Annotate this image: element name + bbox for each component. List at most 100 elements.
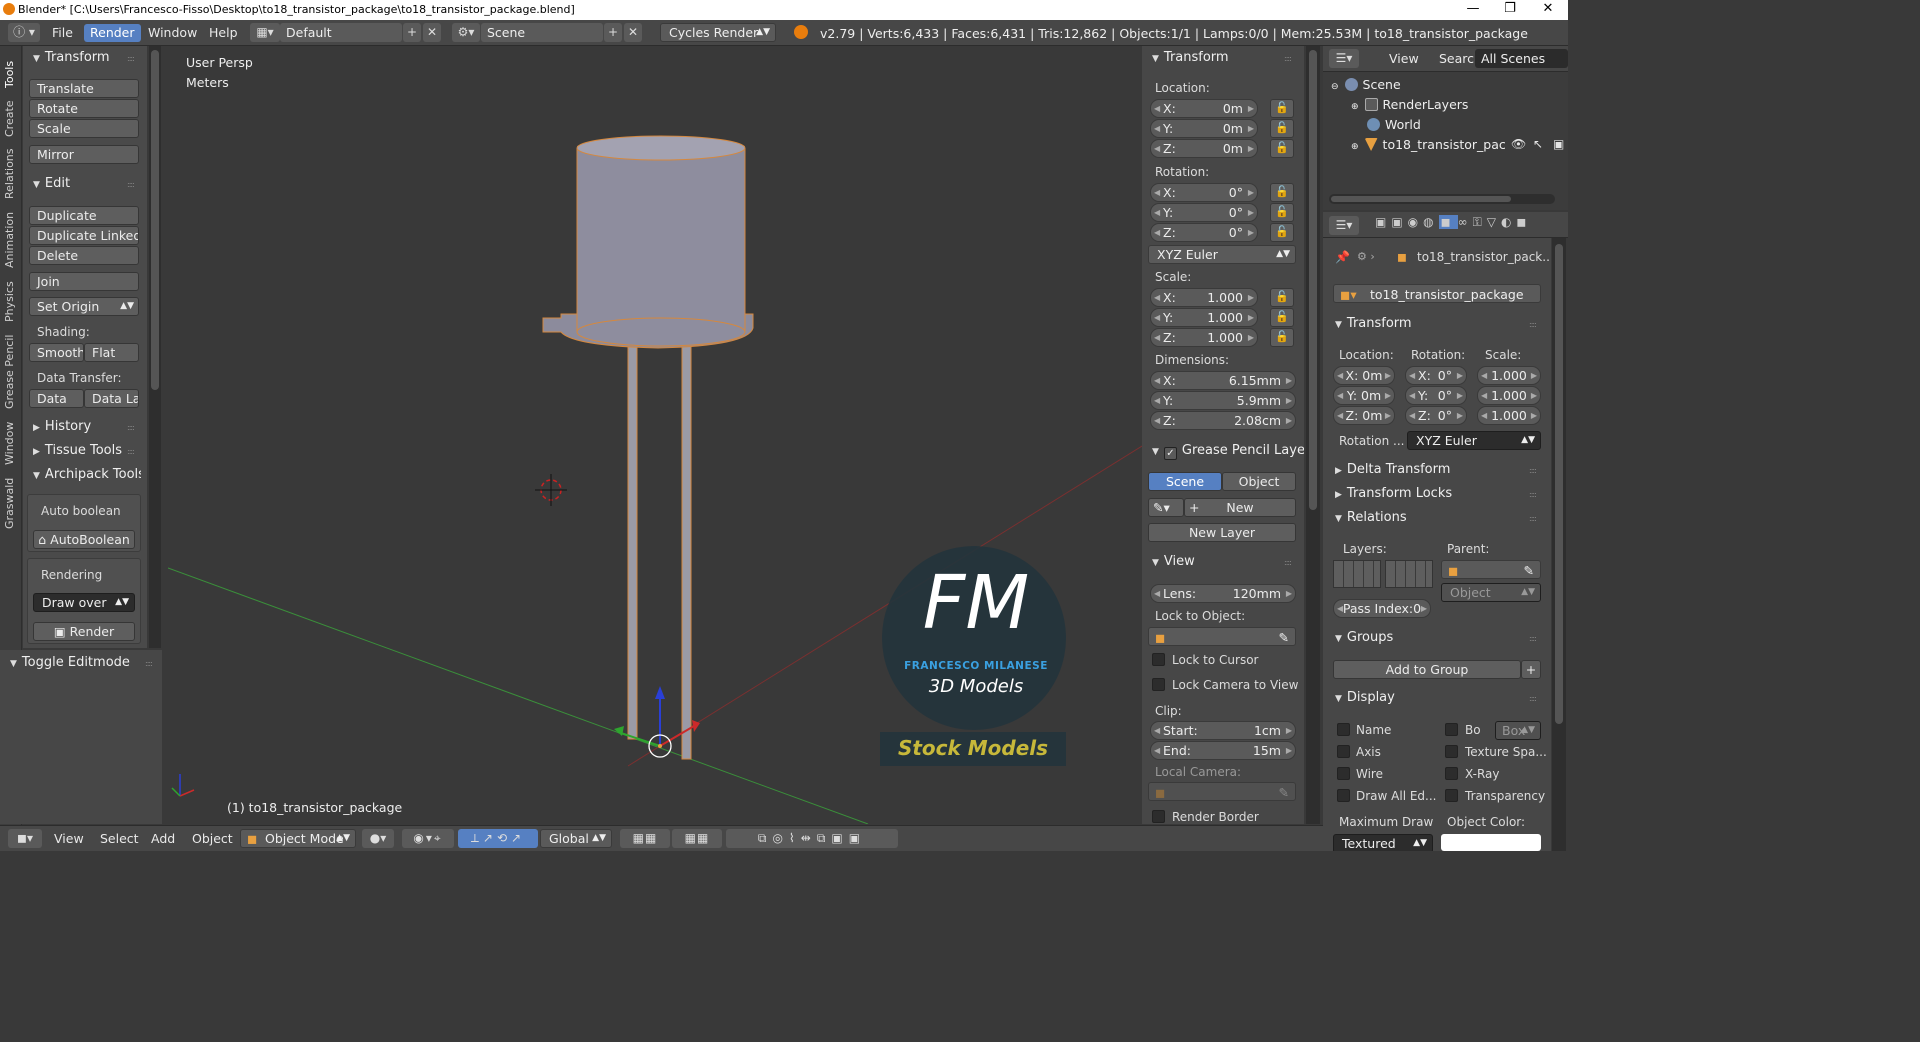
drag-grip-icon[interactable]: :::: bbox=[1284, 54, 1292, 63]
autoboolean-button[interactable]: ⌂ AutoBoolean bbox=[33, 530, 135, 549]
pin-icon[interactable]: 📌 bbox=[1335, 250, 1350, 264]
add-scene-icon[interactable]: + bbox=[604, 23, 622, 42]
join-button[interactable]: Join bbox=[29, 272, 139, 291]
obj-loc-x[interactable]: ◀ X: 0m ▶ bbox=[1333, 366, 1395, 385]
menu-help[interactable]: Help bbox=[203, 24, 244, 42]
snap-render-icons[interactable]: ⧉◎⌇⇹⧉▣▣ bbox=[726, 829, 898, 848]
display-header[interactable]: ▼ Display bbox=[1335, 688, 1395, 708]
lock-rotation-z-icon[interactable]: 🔓 bbox=[1270, 223, 1294, 242]
display-name-checkbox[interactable] bbox=[1337, 723, 1350, 736]
outliner-editor-icon[interactable]: ☰▾ bbox=[1329, 49, 1359, 68]
drag-grip-icon[interactable]: :::: bbox=[127, 180, 135, 189]
outliner-object-item[interactable]: ⊕ to18_transistor_package bbox=[1351, 137, 1506, 152]
history-panel-header[interactable]: ▶ History bbox=[33, 417, 91, 437]
relations-header[interactable]: ▼ Relations bbox=[1335, 508, 1407, 528]
scale-button[interactable]: Scale bbox=[29, 119, 139, 138]
obj-transform-header[interactable]: ▼ Transform bbox=[1335, 314, 1412, 334]
tab-physics[interactable]: Physics bbox=[3, 278, 19, 326]
n-transform-header[interactable]: ▼ Transform bbox=[1152, 48, 1229, 68]
drag-grip-icon[interactable]: :::: bbox=[1529, 320, 1537, 329]
layers-grid-b[interactable] bbox=[1385, 560, 1433, 588]
lock-location-y-icon[interactable]: 🔓 bbox=[1270, 119, 1294, 138]
delete-button[interactable]: Delete bbox=[29, 246, 139, 265]
render-engine-dropdown[interactable]: Cycles Render ▲▼ bbox=[660, 23, 776, 42]
mirror-button[interactable]: Mirror bbox=[29, 145, 139, 164]
lock-scale-y-icon[interactable]: 🔓 bbox=[1270, 308, 1294, 327]
clip-start-field[interactable]: ◀ Start: 1cm ▶ bbox=[1150, 721, 1296, 740]
groups-header[interactable]: ▼ Groups bbox=[1335, 628, 1393, 648]
grease-pencil-layer-header[interactable]: ▼ ✓ Grease Pencil Layer bbox=[1152, 441, 1304, 461]
bounds-type-dropdown[interactable]: Box ▲▼ bbox=[1495, 721, 1541, 740]
layers-a-icon[interactable]: ▦▦ bbox=[620, 829, 670, 848]
menu-window[interactable]: Window bbox=[142, 24, 203, 42]
layers-grid-a[interactable] bbox=[1333, 560, 1381, 588]
properties-scrollbar[interactable] bbox=[1552, 238, 1566, 851]
menu-render[interactable]: Render bbox=[84, 24, 141, 42]
object-name-field[interactable]: ◼▾ to18_transistor_package bbox=[1333, 284, 1541, 303]
drag-grip-icon[interactable]: :::: bbox=[1529, 490, 1537, 499]
visibility-eye-icon[interactable]: 👁 bbox=[1511, 137, 1526, 151]
remove-screen-icon[interactable]: ✕ bbox=[423, 23, 441, 42]
selectable-cursor-icon[interactable]: ↖ bbox=[1533, 137, 1543, 151]
outliner-display-mode[interactable]: All Scenes bbox=[1475, 49, 1568, 68]
n-panel-scrollbar[interactable] bbox=[1306, 46, 1320, 824]
draw-over-dropdown[interactable]: Draw over ▲▼ bbox=[33, 593, 135, 612]
lock-rotation-y-icon[interactable]: 🔓 bbox=[1270, 203, 1294, 222]
flat-button[interactable]: Flat bbox=[84, 343, 139, 362]
dimension-z-field[interactable]: ◀ Z: 2.08cm ▶ bbox=[1150, 411, 1296, 430]
drag-grip-icon[interactable]: :::: bbox=[1529, 694, 1537, 703]
obj-scale-y[interactable]: ◀ 1.000 ▶ bbox=[1477, 386, 1541, 405]
viewport-shading-icon[interactable]: ●▾ bbox=[362, 829, 394, 848]
scale-x-field[interactable]: ◀ X: 1.000 ▶ bbox=[1150, 288, 1258, 307]
scene-field[interactable]: Scene bbox=[481, 23, 603, 42]
duplicate-linked-button[interactable]: Duplicate Linked bbox=[29, 226, 139, 245]
gp-new-button[interactable]: + New bbox=[1184, 498, 1296, 517]
obj-loc-y[interactable]: ◀ Y: 0m ▶ bbox=[1333, 386, 1395, 405]
outliner-scene-item[interactable]: ⊖ Scene bbox=[1331, 77, 1401, 92]
delta-transform-header[interactable]: ▶ Delta Transform bbox=[1335, 460, 1450, 480]
screen-layout-field[interactable]: Default bbox=[280, 23, 402, 42]
tab-relations[interactable]: Relations bbox=[3, 146, 19, 202]
manipulator-icons[interactable]: ⟂↗⟲↗ bbox=[458, 829, 538, 848]
pivot-snap-icons[interactable]: ◉▾⌖ bbox=[402, 829, 454, 848]
outliner-renderlayers-item[interactable]: ⊕ RenderLayers bbox=[1351, 97, 1468, 112]
translate-button[interactable]: Translate bbox=[29, 79, 139, 98]
select-menu[interactable]: Select bbox=[94, 830, 145, 848]
dimension-y-field[interactable]: ◀ Y: 5.9mm ▶ bbox=[1150, 391, 1296, 410]
drag-grip-icon[interactable]: :::: bbox=[127, 447, 135, 456]
duplicate-button[interactable]: Duplicate bbox=[29, 206, 139, 225]
data-button[interactable]: Data bbox=[29, 389, 84, 408]
obj-rotation-mode-dropdown[interactable]: XYZ Euler ▲▼ bbox=[1407, 431, 1541, 450]
toggle-editmode-header[interactable]: ▼ Toggle Editmode bbox=[10, 653, 130, 673]
transform-locks-header[interactable]: ▶ Transform Locks bbox=[1335, 484, 1452, 504]
transform-panel-header[interactable]: ▼ Transform bbox=[33, 48, 110, 68]
tissue-tools-panel-header[interactable]: ▶ Tissue Tools bbox=[33, 441, 122, 461]
obj-scale-x[interactable]: ◀ 1.000 ▶ bbox=[1477, 366, 1541, 385]
tool-shelf-scrollbar[interactable] bbox=[149, 46, 161, 648]
display-all-edges-checkbox[interactable] bbox=[1337, 789, 1350, 802]
view-menu[interactable]: View bbox=[48, 830, 90, 848]
menu-file[interactable]: File bbox=[46, 24, 79, 42]
gp-new-layer-button[interactable]: New Layer bbox=[1148, 523, 1296, 542]
parent-field[interactable]: ◼ ✎ bbox=[1441, 560, 1541, 579]
lock-rotation-x-icon[interactable]: 🔓 bbox=[1270, 183, 1294, 202]
max-draw-type-dropdown[interactable]: Textured ▲▼ bbox=[1333, 834, 1433, 851]
gp-scene-button[interactable]: Scene bbox=[1148, 472, 1222, 491]
render-border-checkbox[interactable] bbox=[1152, 810, 1165, 823]
data-layers-button[interactable]: Data La bbox=[84, 389, 139, 408]
lock-camera-checkbox[interactable] bbox=[1152, 678, 1165, 691]
lock-object-field[interactable]: ◼ ✎ bbox=[1148, 627, 1296, 646]
pass-index-field[interactable]: ◀ Pass Index:0 ▶ bbox=[1333, 599, 1431, 618]
object-menu[interactable]: Object bbox=[186, 830, 239, 848]
display-bounds-checkbox[interactable] bbox=[1445, 723, 1458, 736]
obj-scale-z[interactable]: ◀ 1.000 ▶ bbox=[1477, 406, 1541, 425]
renderable-camera-icon[interactable]: ▣ bbox=[1553, 137, 1564, 151]
outliner-world-item[interactable]: World bbox=[1367, 117, 1421, 132]
properties-editor-icon[interactable]: ☰▾ bbox=[1329, 216, 1359, 235]
interaction-mode-dropdown[interactable]: ◼ Object Mode ▲▼ bbox=[240, 829, 356, 848]
rotation-y-field[interactable]: ◀ Y: 0° ▶ bbox=[1150, 203, 1258, 222]
maximize-button[interactable]: ❐ bbox=[1492, 0, 1528, 20]
lock-location-z-icon[interactable]: 🔓 bbox=[1270, 139, 1294, 158]
set-origin-dropdown[interactable]: Set Origin ▲▼ bbox=[29, 297, 139, 316]
tab-tools[interactable]: Tools bbox=[3, 54, 19, 94]
